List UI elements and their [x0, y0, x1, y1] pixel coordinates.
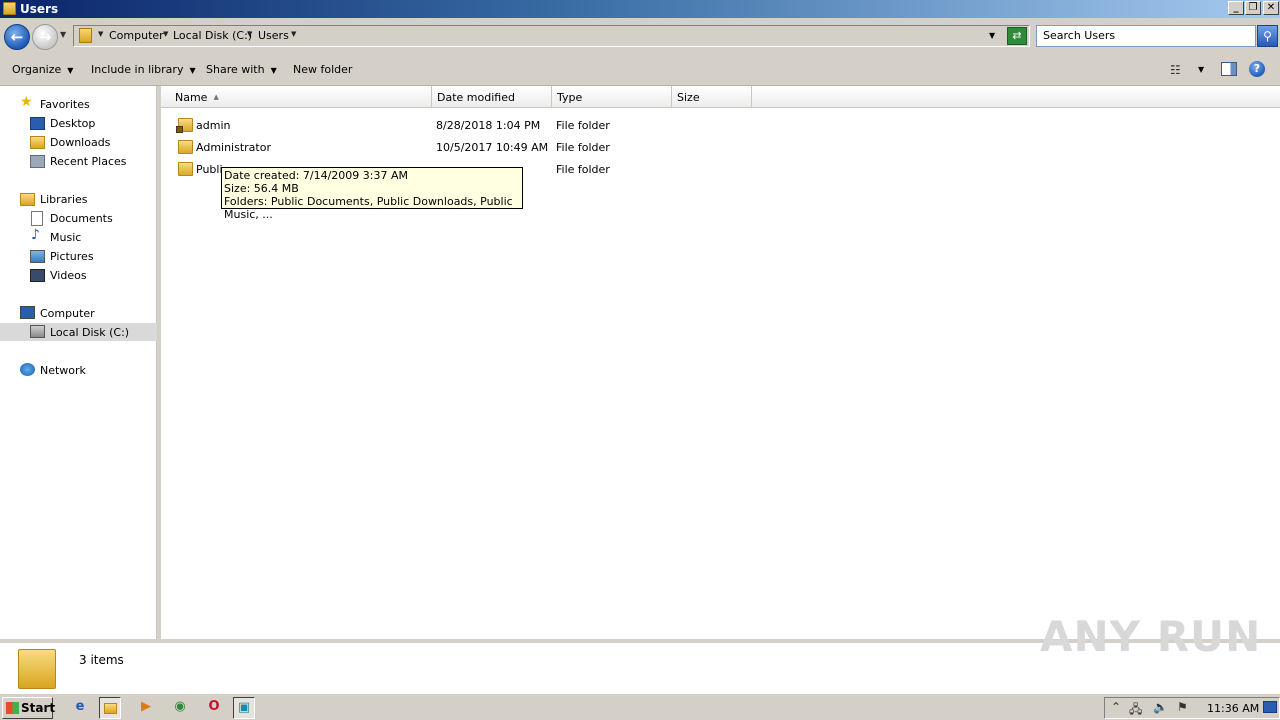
- share-with-button[interactable]: Share with ▼: [206, 63, 277, 76]
- navigation-pane: ★ Favorites Desktop Downloads Recent Pla…: [0, 86, 157, 639]
- column-headers: Name ▲ Date modified Type Size: [161, 86, 1280, 108]
- history-dropdown-icon[interactable]: ▼: [60, 30, 66, 39]
- libraries-icon: [20, 193, 35, 206]
- column-date-modified[interactable]: Date modified: [432, 86, 552, 108]
- file-type: File folder: [556, 119, 610, 132]
- file-type: File folder: [556, 141, 610, 154]
- file-name: Administrator: [196, 141, 271, 154]
- windows-logo-icon: [6, 702, 19, 714]
- window-title: Users: [20, 2, 59, 16]
- nav-downloads[interactable]: Downloads: [50, 136, 110, 149]
- breadcrumb-computer[interactable]: Computer: [109, 29, 164, 42]
- item-count: 3 items: [79, 653, 124, 667]
- explorer-taskbar-icon[interactable]: [99, 697, 121, 719]
- clock[interactable]: 11:36 AM: [1207, 702, 1259, 715]
- media-player-icon[interactable]: ▶: [135, 697, 157, 719]
- back-button[interactable]: ←: [4, 24, 30, 50]
- system-tray: ⌃ 🖧 🔈 ⚑ 11:36 AM: [1104, 697, 1280, 719]
- nav-computer[interactable]: Computer: [40, 307, 95, 320]
- show-hidden-icons-icon[interactable]: ⌃: [1111, 700, 1121, 714]
- documents-icon: [31, 211, 43, 226]
- drive-icon: [30, 325, 45, 338]
- forward-button[interactable]: →: [32, 24, 58, 50]
- taskbar: Start e ▶ ◉ O ▣ ⌃ 🖧 🔈 ⚑ 11:36 AM: [0, 693, 1280, 720]
- opera-icon[interactable]: O: [203, 697, 225, 719]
- chevron-down-icon[interactable]: ▼: [247, 30, 252, 38]
- title-bar: Users _ ❐ ✕: [0, 0, 1280, 18]
- nav-favorites[interactable]: Favorites: [40, 98, 90, 111]
- table-row[interactable]: Administrator 10/5/2017 10:49 AM File fo…: [161, 137, 1280, 159]
- view-options-dropdown-icon[interactable]: ▼: [1198, 65, 1204, 74]
- search-input[interactable]: Search Users: [1036, 25, 1256, 47]
- folder-icon: [3, 2, 16, 15]
- nav-local-disk[interactable]: Local Disk (C:): [50, 326, 129, 339]
- folder-icon: [79, 28, 92, 43]
- chevron-down-icon[interactable]: ▼: [291, 30, 296, 38]
- computer-icon: [20, 306, 35, 319]
- music-icon: ♪: [31, 227, 40, 243]
- nav-music[interactable]: Music: [50, 231, 81, 244]
- lock-icon: [176, 126, 183, 133]
- star-icon: ★: [20, 94, 33, 110]
- folder-icon: [104, 703, 117, 714]
- nav-libraries[interactable]: Libraries: [40, 193, 88, 206]
- watermark: ANY RUN: [1040, 612, 1262, 661]
- file-type: File folder: [556, 163, 610, 176]
- network-status-icon[interactable]: 🖧: [1129, 700, 1142, 720]
- address-row: ← → ▼ ▼ Computer ▼ Local Disk (C:) ▼ Use…: [0, 18, 1280, 54]
- breadcrumb-users[interactable]: Users: [258, 29, 289, 42]
- tooltip-folders: Folders: Public Documents, Public Downlo…: [224, 195, 513, 221]
- videos-icon: [30, 269, 45, 282]
- search-icon[interactable]: ⚲: [1257, 25, 1278, 47]
- downloads-icon: [30, 136, 45, 149]
- restore-button[interactable]: ❐: [1245, 1, 1261, 15]
- file-date: 8/28/2018 1:04 PM: [436, 119, 541, 132]
- organize-button[interactable]: Organize ▼: [12, 63, 73, 76]
- change-view-icon[interactable]: ☷: [1170, 63, 1181, 77]
- column-size[interactable]: Size: [672, 86, 752, 108]
- nav-pictures[interactable]: Pictures: [50, 250, 94, 263]
- nav-videos[interactable]: Videos: [50, 269, 87, 282]
- folder-icon: [18, 649, 56, 689]
- folder-tooltip: Date created: 7/14/2009 3:37 AM Size: 56…: [221, 167, 523, 221]
- nav-network[interactable]: Network: [40, 364, 86, 377]
- app-taskbar-icon[interactable]: ▣: [233, 697, 255, 719]
- nav-recent-places[interactable]: Recent Places: [50, 155, 127, 168]
- nav-documents[interactable]: Documents: [50, 212, 113, 225]
- tooltip-date-created: Date created: 7/14/2009 3:37 AM: [224, 169, 409, 182]
- table-row[interactable]: admin 8/28/2018 1:04 PM File folder: [161, 115, 1280, 137]
- start-button[interactable]: Start: [2, 697, 55, 719]
- folder-icon: [178, 140, 193, 154]
- chevron-down-icon[interactable]: ▼: [98, 30, 103, 38]
- network-icon: [20, 363, 35, 376]
- file-name: admin: [196, 119, 231, 132]
- recent-places-icon: [30, 155, 45, 168]
- file-date: 10/5/2017 10:49 AM: [436, 141, 549, 154]
- column-name[interactable]: Name ▲: [161, 86, 432, 108]
- action-center-flag-icon[interactable]: ⚑: [1177, 700, 1188, 714]
- help-icon[interactable]: ?: [1249, 61, 1265, 77]
- new-folder-button[interactable]: New folder: [293, 63, 352, 76]
- address-bar[interactable]: ▼ Computer ▼ Local Disk (C:) ▼ Users ▼ ▼…: [73, 25, 1030, 47]
- chevron-down-icon[interactable]: ▼: [163, 30, 168, 38]
- nav-desktop[interactable]: Desktop: [50, 117, 95, 130]
- refresh-icon[interactable]: ⇄: [1007, 27, 1027, 45]
- column-type[interactable]: Type: [552, 86, 672, 108]
- internet-explorer-icon[interactable]: e: [69, 697, 91, 719]
- breadcrumb-local-disk[interactable]: Local Disk (C:): [173, 29, 252, 42]
- volume-icon[interactable]: 🔈: [1153, 700, 1168, 714]
- include-in-library-button[interactable]: Include in library ▼: [91, 63, 196, 76]
- close-button[interactable]: ✕: [1263, 1, 1279, 15]
- address-dropdown-icon[interactable]: ▼: [989, 31, 995, 40]
- desktop-icon: [30, 117, 45, 130]
- minimize-button[interactable]: _: [1228, 1, 1244, 15]
- show-desktop-icon[interactable]: [1263, 701, 1277, 713]
- folder-icon: [178, 162, 193, 176]
- tooltip-size: Size: 56.4 MB: [224, 182, 299, 195]
- command-bar: Organize ▼ Include in library ▼ Share with…: [0, 54, 1280, 86]
- pictures-icon: [30, 250, 45, 263]
- chrome-icon[interactable]: ◉: [169, 697, 191, 719]
- preview-pane-icon[interactable]: [1221, 62, 1237, 76]
